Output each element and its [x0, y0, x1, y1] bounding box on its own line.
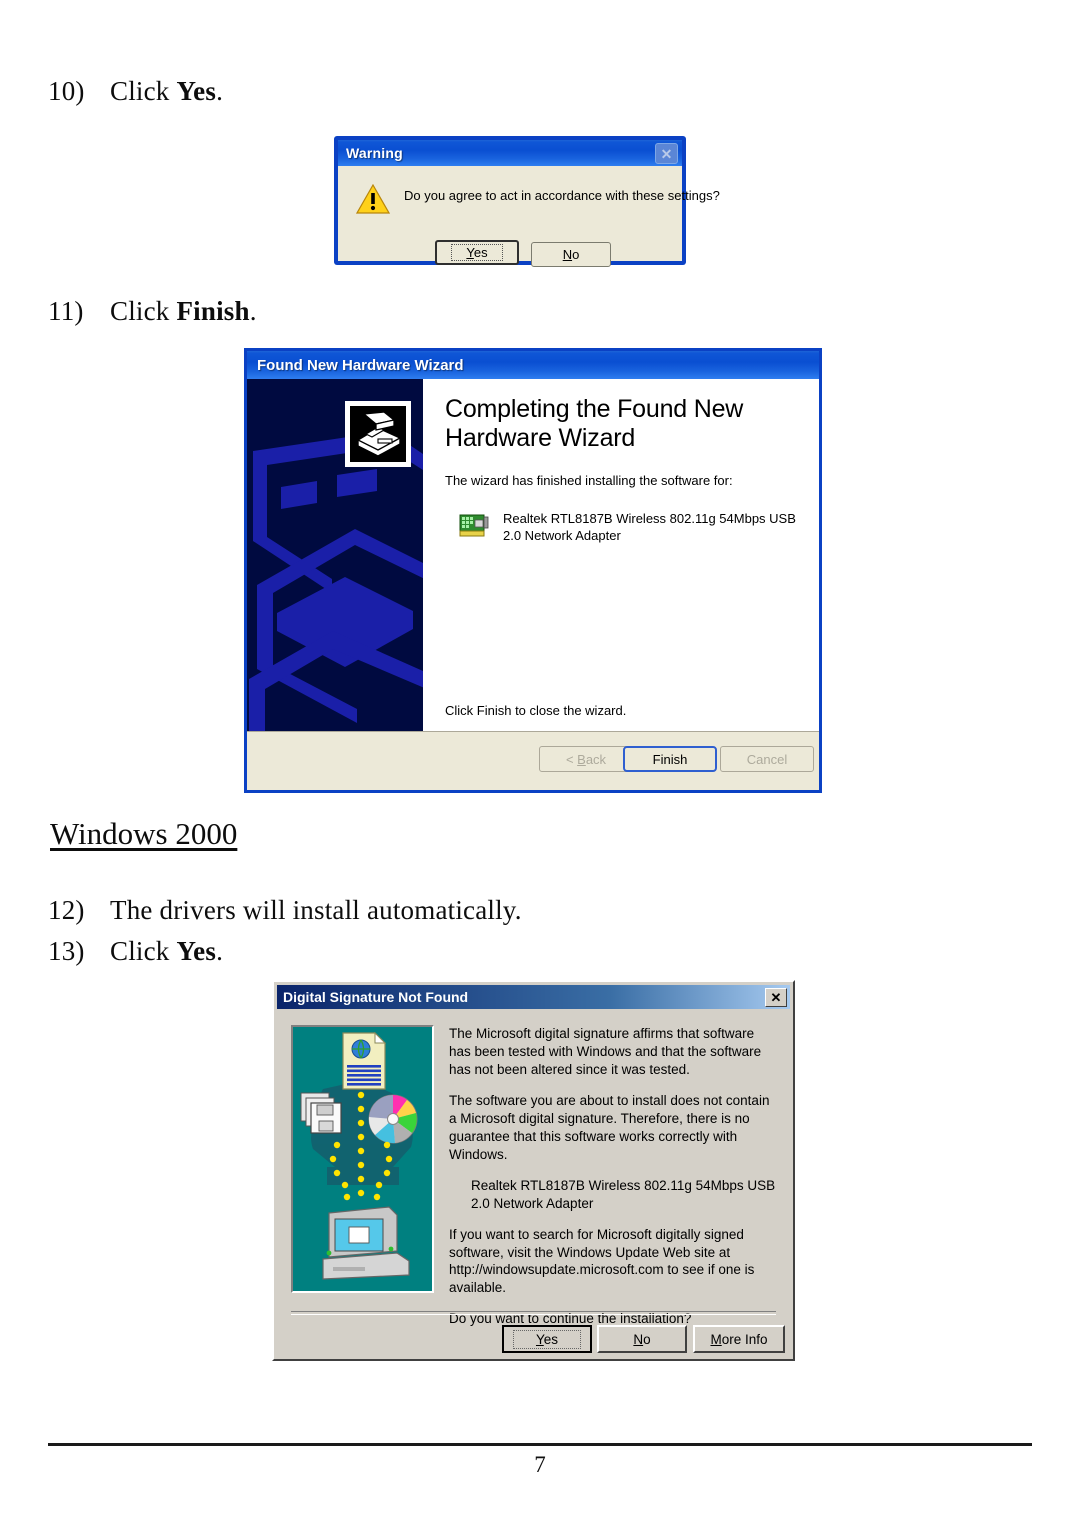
- step-13-emphasis: Yes: [176, 936, 217, 966]
- signature-no-button[interactable]: No: [597, 1325, 687, 1353]
- signature-paragraph-3: If you want to search for Microsoft digi…: [449, 1226, 755, 1296]
- step-10-emphasis: Yes: [176, 76, 217, 106]
- step-10-number: 10): [48, 76, 85, 106]
- hardware-wizard-icon: [345, 401, 411, 467]
- step-12-number: 12): [48, 895, 85, 925]
- wizard-side-panel: [247, 379, 423, 732]
- warning-dialog[interactable]: Warning ✕ Do you agree to act in accorda…: [335, 137, 720, 267]
- wizard-content: Completing the Found New Hardware Wizard…: [247, 379, 819, 732]
- wizard-title: Found New Hardware Wizard: [257, 356, 464, 374]
- wizard-back-button[interactable]: < Back: [539, 746, 633, 772]
- close-icon[interactable]: ✕: [655, 143, 678, 164]
- step-10-suffix: .: [216, 76, 224, 106]
- wizard-finish-button[interactable]: Finish: [623, 746, 717, 772]
- signature-more-info-button[interactable]: More Info: [693, 1325, 785, 1353]
- close-icon[interactable]: ✕: [765, 987, 787, 1007]
- step-11-number: 11): [48, 296, 84, 326]
- step-12-line: 12) The drivers will install automaticall…: [48, 895, 522, 926]
- wizard-back-label: < Back: [565, 751, 607, 767]
- signature-dialog-titlebar: Digital Signature Not Found ✕: [277, 985, 790, 1009]
- warning-dialog-title: Warning: [346, 145, 403, 161]
- wizard-device-line1: Realtek RTL8187B Wireless 802.11g 54Mbps…: [503, 510, 796, 526]
- wizard-intro-text: The wizard has finished installing the s…: [445, 472, 733, 488]
- step-12-text: The drivers will install automatically.: [110, 895, 522, 925]
- signature-yes-label: Yes: [512, 1329, 582, 1349]
- digital-signature-illustration: [291, 1025, 434, 1293]
- warning-message: Do you agree to act in accordance with t…: [404, 188, 720, 203]
- page-number: 7: [534, 1452, 546, 1477]
- wizard-footer: < Back Finish Cancel: [247, 731, 819, 790]
- found-new-hardware-wizard[interactable]: Found New Hardware Wizard Completing the…: [244, 348, 822, 793]
- wizard-device-name: Realtek RTL8187B Wireless 802.11g 54Mbps…: [503, 510, 796, 545]
- warning-no-button[interactable]: No: [531, 242, 611, 267]
- signature-message-block: The Microsoft digital signature affirms …: [449, 1025, 776, 1328]
- step-10-line: 10) Click Yes.: [48, 76, 223, 107]
- warning-yes-label: Yes: [451, 244, 503, 261]
- step-13-suffix: .: [216, 936, 224, 966]
- warning-no-label: No: [562, 247, 580, 262]
- step-13-line: 13) Click Yes.: [48, 936, 223, 967]
- wizard-finish-note: Click Finish to close the wizard.: [445, 703, 627, 718]
- signature-device-line1: Realtek RTL8187B Wireless 802.11g 54Mbps…: [471, 1177, 776, 1193]
- step-13-text: Click: [110, 936, 177, 966]
- warning-triangle-icon: [356, 184, 390, 214]
- wizard-device-line2: 2.0 Network Adapter: [503, 528, 621, 544]
- step-11-line: 11) Click Finish.: [48, 296, 257, 327]
- footer-divider: [48, 1443, 1032, 1446]
- signature-dialog-body: The Microsoft digital signature affirms …: [277, 1009, 790, 1356]
- wizard-cancel-button[interactable]: Cancel: [720, 746, 814, 772]
- wizard-titlebar: Found New Hardware Wizard: [247, 351, 819, 379]
- digital-signature-dialog[interactable]: Digital Signature Not Found ✕ The Micros…: [272, 980, 795, 1361]
- network-adapter-icon: [459, 514, 489, 536]
- step-11-text: Click: [110, 296, 177, 326]
- warning-dialog-titlebar: Warning ✕: [338, 140, 682, 166]
- wizard-device-entry: Realtek RTL8187B Wireless 802.11g 54Mbps…: [459, 510, 803, 545]
- wizard-heading: Completing the Found New Hardware Wizard: [445, 395, 803, 453]
- section-heading-windows-2000: Windows 2000: [50, 816, 238, 851]
- signature-dialog-title: Digital Signature Not Found: [283, 989, 469, 1005]
- wizard-heading-line1: Completing the Found New: [445, 395, 744, 423]
- warning-yes-button[interactable]: Yes: [435, 240, 519, 265]
- signature-more-info-label: More Info: [710, 1331, 768, 1347]
- wizard-heading-line2: Hardware Wizard: [445, 423, 636, 452]
- step-10-text: Click: [110, 76, 177, 106]
- signature-paragraph-1: The Microsoft digital signature affirms …: [449, 1026, 762, 1077]
- signature-device-line2: 2.0 Network Adapter: [471, 1195, 594, 1211]
- step-11-emphasis: Finish: [176, 296, 250, 326]
- signature-no-label: No: [633, 1331, 651, 1347]
- wizard-finish-label: Finish: [652, 751, 688, 767]
- signature-yes-button[interactable]: Yes: [502, 1325, 592, 1353]
- wizard-main-panel: Completing the Found New Hardware Wizard…: [423, 379, 819, 732]
- warning-dialog-body: Do you agree to act in accordance with t…: [338, 166, 720, 267]
- signature-separator: [291, 1311, 776, 1315]
- step-11-suffix: .: [249, 296, 257, 326]
- signature-paragraph-2: The software you are about to install do…: [449, 1092, 770, 1162]
- step-13-number: 13): [48, 936, 85, 966]
- wizard-cancel-label: Cancel: [746, 751, 788, 767]
